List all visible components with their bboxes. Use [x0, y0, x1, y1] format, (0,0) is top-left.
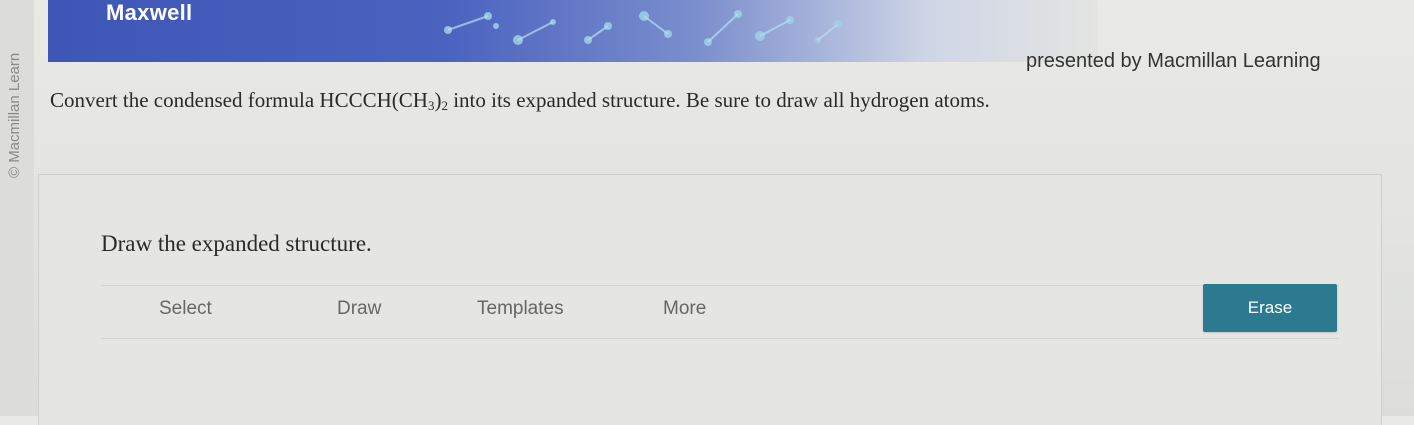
brand-logo: Maxwell: [106, 0, 193, 25]
erase-button[interactable]: Erase: [1203, 284, 1337, 332]
header-banner: Maxwell: [48, 0, 1098, 62]
question-prefix: Convert the condensed formula HCCCH(CH: [50, 88, 428, 112]
question-suffix: into its expanded structure. Be sure to …: [447, 88, 990, 112]
side-rail: © Macmillan Learn: [0, 0, 34, 416]
drawing-panel: Draw the expanded structure. Select Draw…: [38, 174, 1382, 425]
copyright-text: © Macmillan Learn: [6, 52, 23, 178]
panel-title: Draw the expanded structure.: [101, 231, 372, 256]
molecule-decoration-icon: [444, 10, 842, 46]
templates-tool-button[interactable]: Templates: [477, 298, 564, 320]
draw-tool-button[interactable]: Draw: [337, 298, 381, 320]
select-tool-button[interactable]: Select: [159, 298, 212, 320]
question-text: Convert the condensed formula HCCCH(CH3)…: [50, 88, 990, 114]
more-tool-button[interactable]: More: [663, 298, 706, 320]
presented-by-text: presented by Macmillan Learning: [1026, 50, 1321, 72]
drawing-toolbar: Select Draw Templates More Erase: [101, 284, 1339, 339]
